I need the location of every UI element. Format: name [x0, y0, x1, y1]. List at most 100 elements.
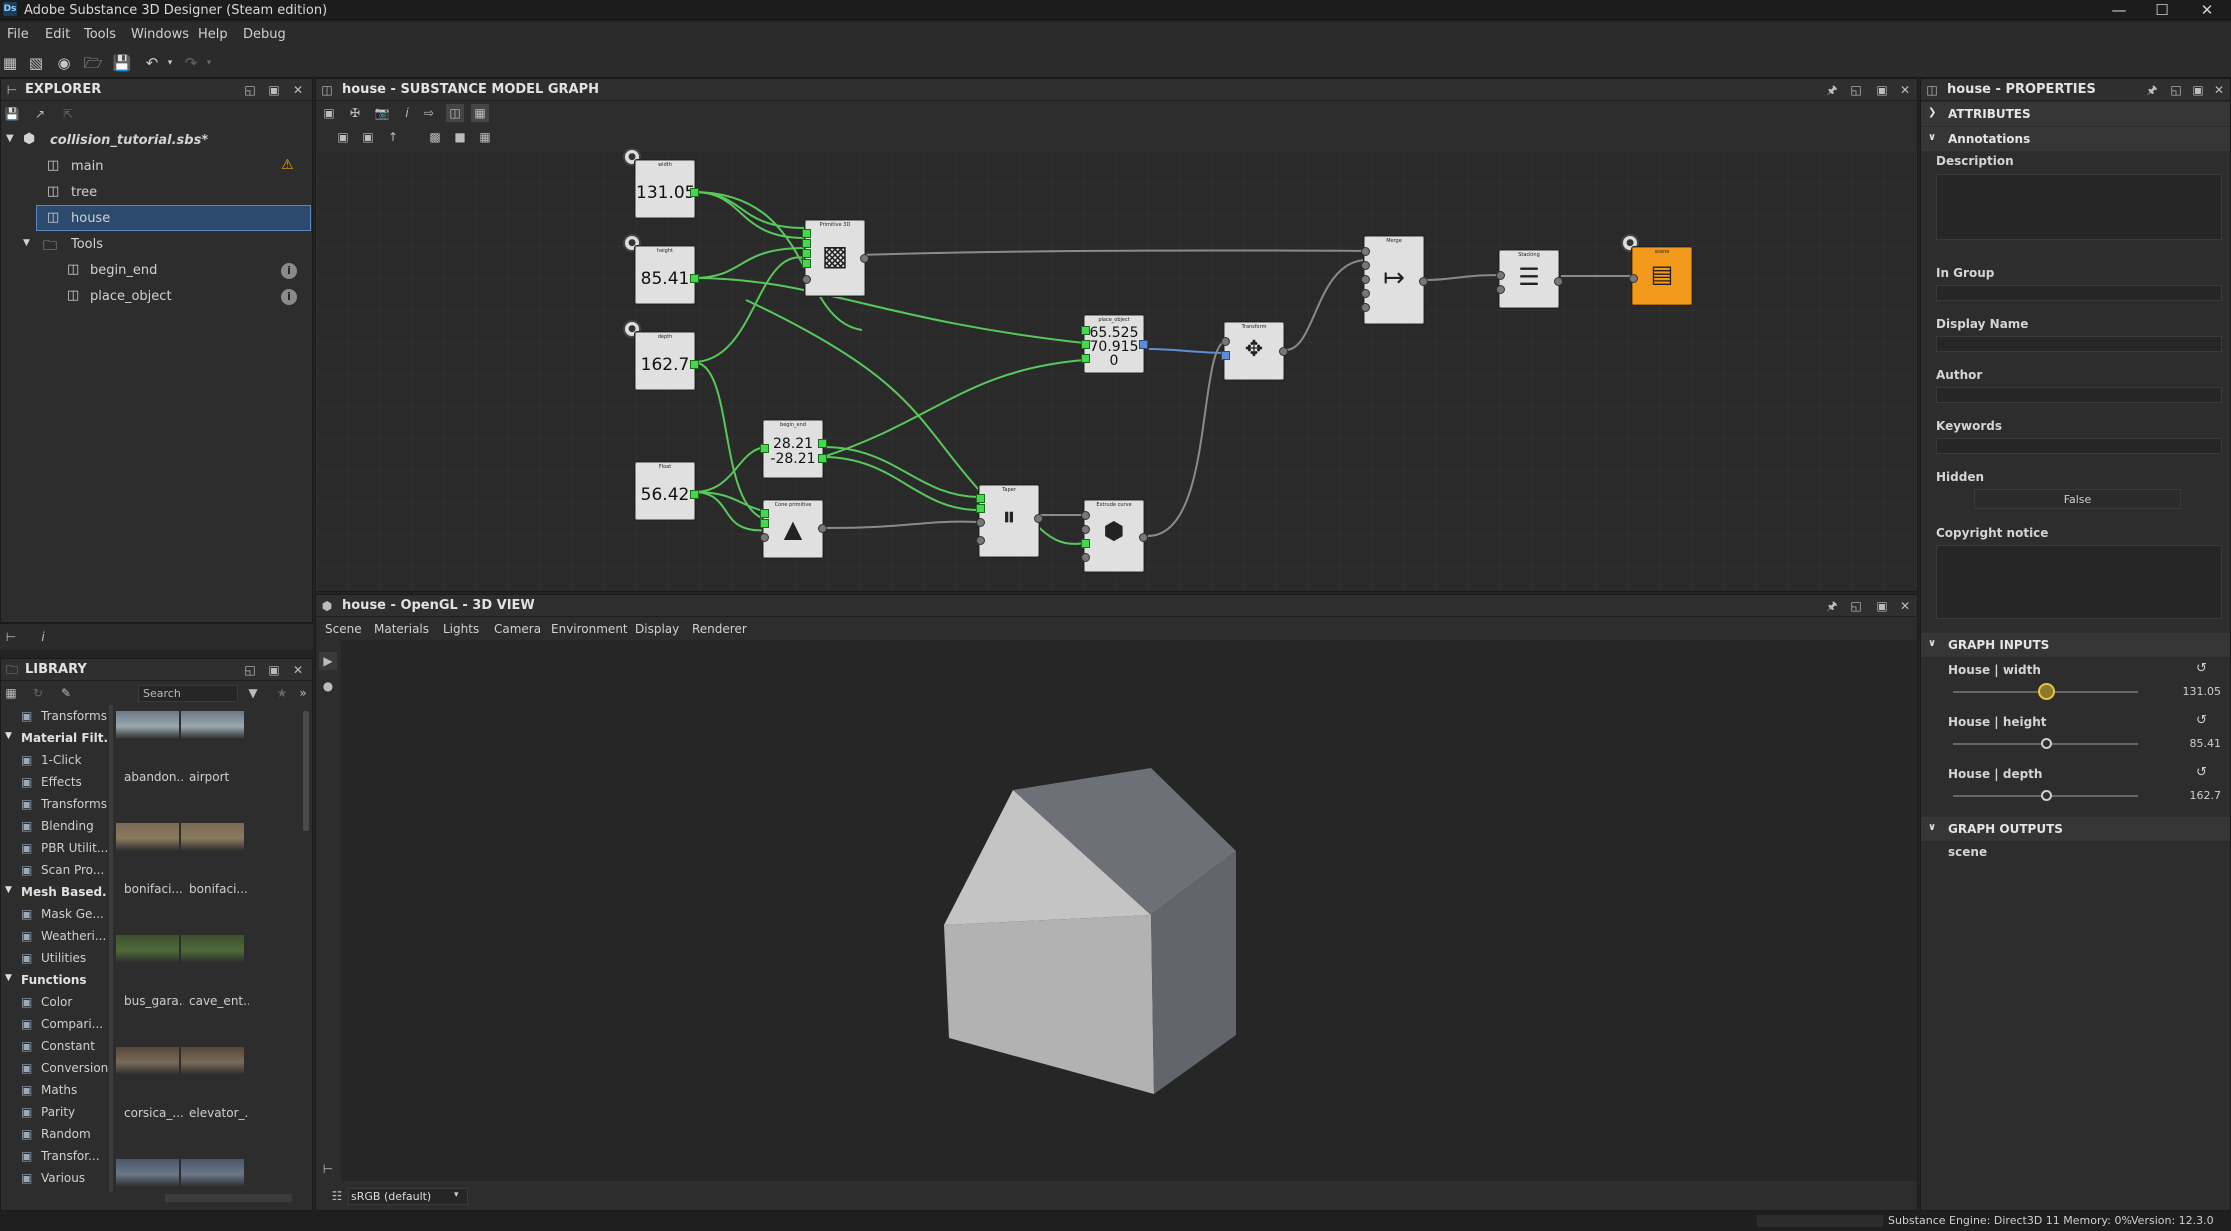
- node-width[interactable]: width 131.05: [635, 160, 699, 218]
- library-category-item[interactable]: ▣ Weatheri...: [1, 925, 109, 947]
- link-icon[interactable]: ▩: [426, 128, 444, 146]
- node-stacking[interactable]: Stacking ☰: [1496, 250, 1563, 308]
- float-panel-icon[interactable]: ◱: [241, 661, 259, 679]
- input-port[interactable]: [1361, 303, 1370, 312]
- view-menu-materials[interactable]: Materials: [374, 622, 429, 636]
- maximize-panel-icon[interactable]: ▣: [265, 81, 283, 99]
- new-function-icon[interactable]: ▧: [26, 53, 46, 73]
- input-port[interactable]: [976, 518, 985, 527]
- filter-icon[interactable]: ▼: [244, 684, 262, 702]
- maximize-button[interactable]: ☐: [2142, 0, 2182, 20]
- maximize-panel-icon[interactable]: ▣: [1873, 81, 1891, 99]
- input-port[interactable]: [1081, 354, 1090, 363]
- output-port[interactable]: [818, 439, 827, 448]
- input-slider-knob[interactable]: [2037, 683, 2055, 700]
- info-tab-icon[interactable]: i: [34, 628, 52, 646]
- output-scene-label[interactable]: scene: [1948, 845, 1987, 859]
- environment-thumbnail[interactable]: [181, 823, 244, 851]
- environment-thumbnail[interactable]: [116, 1159, 179, 1187]
- reset-icon[interactable]: ↺: [2196, 713, 2207, 728]
- output-port[interactable]: [860, 254, 869, 263]
- reset-icon[interactable]: ↺: [2196, 765, 2207, 780]
- explorer-tab-icon[interactable]: ⊢: [2, 628, 20, 646]
- node-scene-output[interactable]: scene ▤: [1629, 247, 1692, 305]
- description-field[interactable]: [1936, 174, 2222, 240]
- input-port[interactable]: [1496, 271, 1505, 280]
- maximize-panel-icon[interactable]: ▣: [265, 661, 283, 679]
- author-field[interactable]: [1936, 387, 2222, 403]
- tree-package[interactable]: ▼ ⬢ collision_tutorial.sbs*: [1, 128, 312, 154]
- align-nodes-icon[interactable]: ◫: [446, 104, 464, 122]
- output-port[interactable]: [1554, 277, 1563, 286]
- close-panel-icon[interactable]: ✕: [1896, 81, 1914, 99]
- close-panel-icon[interactable]: ✕: [1896, 597, 1914, 615]
- close-panel-icon[interactable]: ✕: [289, 661, 307, 679]
- input-port[interactable]: [802, 275, 811, 284]
- undo-dropdown-icon[interactable]: ▾: [160, 53, 180, 73]
- input-slider-knob[interactable]: [2040, 738, 2052, 749]
- view-menu-renderer[interactable]: Renderer: [692, 622, 747, 636]
- float-panel-icon[interactable]: ◱: [1847, 597, 1865, 615]
- library-category-item[interactable]: ▣ Random: [1, 1123, 109, 1145]
- frame-all-icon[interactable]: ▣: [320, 104, 338, 122]
- export-icon[interactable]: ↗: [31, 105, 49, 123]
- library-category-item[interactable]: ▣ Conversion: [1, 1057, 109, 1079]
- library-category-header[interactable]: ▼ Mesh Based...: [1, 881, 109, 903]
- output-port[interactable]: [1034, 514, 1043, 523]
- dot-icon[interactable]: ■: [451, 128, 469, 146]
- pin-node-icon[interactable]: ↑: [384, 128, 402, 146]
- input-port[interactable]: [802, 249, 811, 258]
- view-menu-scene[interactable]: Scene: [325, 622, 362, 636]
- output-port[interactable]: [690, 188, 699, 197]
- library-category-item[interactable]: ▣ Utilities: [1, 947, 109, 969]
- menu-help[interactable]: Help: [198, 27, 228, 42]
- view-menu-lights[interactable]: Lights: [443, 622, 479, 636]
- info-display-icon[interactable]: i: [398, 104, 416, 122]
- tree-folder-tools[interactable]: ▼ 🗀 Tools: [1, 232, 312, 258]
- input-port[interactable]: [1496, 285, 1505, 294]
- library-thumb-scrollbar[interactable]: [303, 711, 309, 831]
- environment-thumbnail[interactable]: [181, 1159, 244, 1187]
- hidden-dropdown[interactable]: False: [1974, 489, 2181, 509]
- attributes-section[interactable]: ❯ ATTRIBUTES: [1921, 102, 2230, 126]
- new-graph-icon[interactable]: ▦: [0, 53, 20, 73]
- graph-outputs-section[interactable]: ∨ GRAPH OUTPUTS: [1921, 817, 2230, 841]
- tree-item-tree[interactable]: ◫ tree: [1, 180, 312, 206]
- menu-tools[interactable]: Tools: [84, 27, 116, 42]
- menu-windows[interactable]: Windows: [131, 27, 189, 42]
- frame-icon[interactable]: ▣: [359, 128, 377, 146]
- frame-selected-icon[interactable]: ✠: [346, 104, 364, 122]
- library-tree-scrollbar[interactable]: [109, 705, 113, 1192]
- node-taper[interactable]: Taper ⏸: [976, 485, 1043, 557]
- library-category-item[interactable]: ▣ Compari...: [1, 1013, 109, 1035]
- menu-file[interactable]: File: [7, 27, 29, 42]
- node-cone-primitive[interactable]: Cone primitive ▲: [760, 500, 827, 558]
- environment-thumbnail[interactable]: [181, 711, 244, 739]
- output-port[interactable]: [1279, 347, 1288, 356]
- menu-debug[interactable]: Debug: [243, 27, 286, 42]
- maximize-panel-icon[interactable]: ▣: [1873, 597, 1891, 615]
- input-port[interactable]: [760, 519, 769, 528]
- library-category-item[interactable]: ▣ Maths: [1, 1079, 109, 1101]
- input-port[interactable]: [802, 259, 811, 268]
- save-icon[interactable]: 💾: [112, 53, 132, 73]
- library-category-item[interactable]: ▣ Color: [1, 991, 109, 1013]
- float-panel-icon[interactable]: ◱: [1847, 81, 1865, 99]
- output-port[interactable]: [690, 490, 699, 499]
- environment-thumbnail[interactable]: [116, 823, 179, 851]
- library-category-header[interactable]: ▼ Functions: [1, 969, 109, 991]
- input-slider-knob[interactable]: [2040, 790, 2052, 801]
- tree-item-begin-end[interactable]: ◫ begin_end i: [1, 258, 312, 284]
- input-value[interactable]: 131.05: [2171, 685, 2222, 698]
- grid-snap-icon[interactable]: ▦: [471, 104, 489, 122]
- library-category-item[interactable]: ▣ Scan Pro...: [1, 859, 109, 881]
- environment-thumbnail[interactable]: [116, 711, 179, 739]
- view-menu-environment[interactable]: Environment: [551, 622, 628, 636]
- copyright-field[interactable]: [1936, 545, 2222, 619]
- output-port[interactable]: [1139, 533, 1148, 542]
- graph-inputs-section[interactable]: ∨ GRAPH INPUTS: [1921, 633, 2230, 657]
- library-category-item[interactable]: ▣ Transfor...: [1, 1145, 109, 1167]
- node-transform[interactable]: Transform ✥: [1221, 322, 1288, 380]
- display-name-field[interactable]: [1936, 336, 2222, 352]
- pencil-icon[interactable]: ✎: [57, 684, 75, 702]
